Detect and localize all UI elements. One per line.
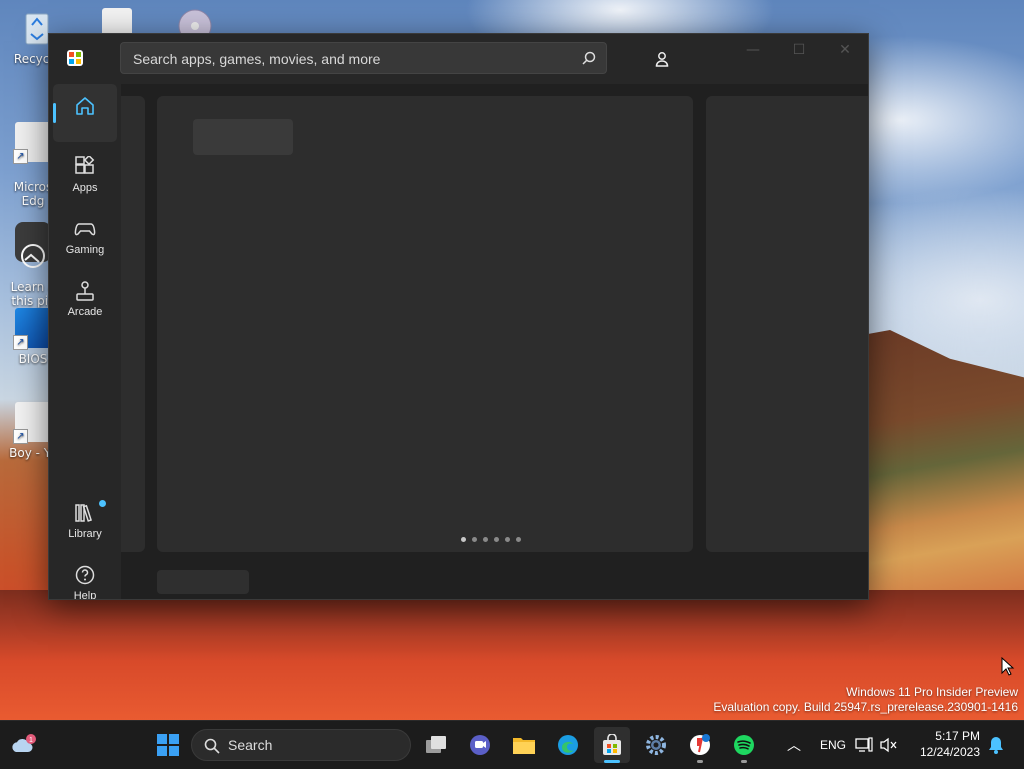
store-button[interactable] [594,727,630,763]
search-icon[interactable] [582,51,596,65]
watermark-build: Evaluation copy. Build 25947.rs_prerelea… [713,700,1018,714]
carousel-dot[interactable] [483,537,488,542]
help-icon [75,565,95,585]
carousel-dot[interactable] [505,537,510,542]
teams-chat-button[interactable] [462,727,498,763]
mouse-cursor-icon [1001,657,1015,676]
clock-time: 5:17 PM [935,729,980,743]
shortcut-arrow-icon: ↗ [13,149,28,164]
running-app-indicator [697,760,703,763]
loading-placeholder [157,570,249,594]
carousel-card-previous[interactable] [121,96,145,552]
minimize-icon: — [746,42,760,58]
camera-icon [15,222,51,268]
yandex-browser-button[interactable] [682,727,718,763]
close-icon: ✕ [839,42,851,58]
yandex-browser-icon [690,734,710,755]
sidebar-nav: Apps Gaming Arcade Library Help [49,84,121,599]
gear-icon [646,735,666,755]
taskbar-search-label: Search [228,737,273,753]
carousel-dot[interactable] [494,537,499,542]
title-bar[interactable]: — ☐ ✕ [49,34,868,84]
nav-item-help[interactable]: Help [53,554,117,600]
clock[interactable]: 5:17 PM 12/24/2023 [912,729,980,759]
gamepad-icon [74,223,96,236]
spotify-button[interactable] [726,727,762,763]
shortcut-arrow-icon: ↗ [13,429,28,444]
carousel-card-current[interactable] [157,96,693,552]
nav-item-label: Gaming [65,244,105,256]
spotify-icon [734,735,754,755]
notifications-button[interactable] [982,727,1010,763]
folder-icon [513,738,535,754]
bell-icon [989,737,1003,754]
carousel-dot[interactable] [472,537,477,542]
widgets-badge: 1 [29,737,33,744]
minimize-button[interactable]: — [730,34,776,66]
close-button[interactable]: ✕ [822,34,868,66]
search-input[interactable] [131,43,565,75]
volume-button[interactable] [878,727,900,763]
file-icon [102,8,132,36]
store-logo-icon [67,50,83,66]
main-content [121,84,868,599]
windows-watermark: Windows 11 Pro Insider Preview Evaluatio… [713,685,1018,715]
tray-overflow-button[interactable]: ︿ [776,727,812,763]
file-shortcut-icon: ↗ [13,402,51,444]
taskbar: 1 Search ︿ ENG 5:17 PM 12/24/2023 [0,720,1024,769]
search-icon [204,738,220,754]
widgets-button[interactable]: 1 [5,727,41,763]
network-button[interactable] [853,727,875,763]
carousel-pagination[interactable] [461,537,541,545]
nav-item-apps[interactable]: Apps [53,146,117,204]
windows-logo-icon [157,734,179,756]
nav-item-label: Library [68,528,102,540]
chat-icon [470,735,490,755]
nav-item-label: Help [73,590,97,600]
nav-item-label: Apps [72,182,98,194]
edge-button[interactable] [550,727,586,763]
search-box[interactable] [120,42,607,75]
store-bag-icon [603,734,621,755]
volume-muted-icon [880,737,897,753]
apps-icon [75,156,95,174]
carousel-dot[interactable] [461,537,466,542]
joystick-icon [76,281,94,301]
maximize-icon: ☐ [792,42,806,58]
nav-item-arcade[interactable]: Arcade [53,270,117,328]
edge-shortcut-icon: ↗ [13,122,51,164]
loading-placeholder [193,119,293,155]
maximize-button[interactable]: ☐ [776,34,822,66]
weather-cloud-icon: 1 [12,734,36,752]
profile-button[interactable] [647,44,677,74]
running-app-indicator [741,760,747,763]
carousel-card-next[interactable] [706,96,868,552]
store-window: — ☐ ✕ Apps Gaming [48,33,869,600]
notification-dot [99,500,106,507]
active-app-indicator [604,760,620,763]
watermark-edition: Windows 11 Pro Insider Preview [846,685,1018,699]
nav-item-gaming[interactable]: Gaming [53,208,117,266]
start-button[interactable] [150,727,186,763]
file-explorer-button[interactable] [506,727,542,763]
task-view-icon [426,736,446,753]
clock-date: 12/24/2023 [919,745,980,759]
shortcut-arrow-icon: ↗ [13,335,28,350]
chevron-up-icon: ︿ [787,738,801,754]
bios-shortcut-icon: ↗ [13,308,51,350]
edge-browser-icon [558,735,578,755]
nav-item-library[interactable]: Library [53,492,117,550]
carousel-dot[interactable] [516,537,521,542]
home-icon [76,97,94,115]
taskbar-search[interactable]: Search [191,729,411,761]
nav-item-home[interactable] [53,84,117,142]
person-icon [655,52,669,67]
language-indicator[interactable]: ENG [820,738,846,752]
settings-button[interactable] [638,727,674,763]
task-view-button[interactable] [418,727,454,763]
library-icon [75,504,93,522]
network-icon [855,737,873,752]
nav-item-label: Arcade [67,306,103,318]
